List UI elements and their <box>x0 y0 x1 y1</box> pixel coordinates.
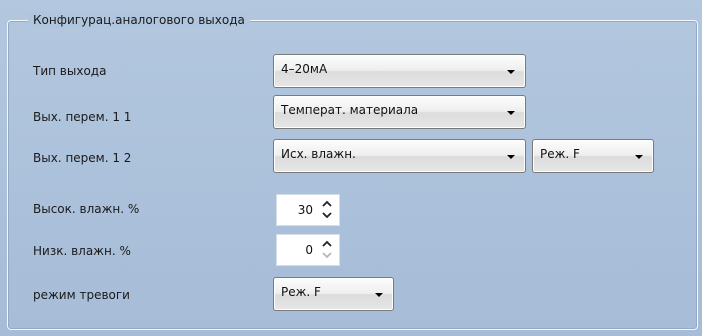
high-moisture-spinner[interactable]: 30 <box>276 194 340 226</box>
alarm-mode-label: режим тревоги <box>33 288 130 302</box>
alarm-mode-value: Реж. F <box>281 285 321 299</box>
high-moisture-label: Высок. влажн. % <box>33 202 140 216</box>
low-moisture-spinner[interactable]: 0 <box>276 234 340 266</box>
output-type-value: 4–20мА <box>281 62 328 76</box>
output-type-dropdown[interactable]: 4–20мА <box>273 54 526 88</box>
output-var-1-1-value: Температ. материала <box>281 103 419 117</box>
group-title: Конфигурац.аналогового выхода <box>28 12 250 28</box>
output-var-1-2-label: Вых. перем. 1 2 <box>33 151 132 165</box>
output-var-1-2-mode-value: Реж. F <box>540 147 580 161</box>
output-var-1-2-value: Исх. влажн. <box>281 147 356 161</box>
low-moisture-label: Низк. влажн. % <box>33 244 131 258</box>
chevron-up-icon[interactable] <box>321 238 333 248</box>
high-moisture-value[interactable]: 30 <box>298 203 313 217</box>
chevron-down-icon <box>321 250 333 260</box>
chevron-down-icon <box>635 155 643 159</box>
output-var-1-2-dropdown[interactable]: Исх. влажн. <box>273 139 526 173</box>
chevron-down-icon <box>375 293 383 297</box>
output-var-1-2-mode-dropdown[interactable]: Реж. F <box>532 139 654 173</box>
chevron-down-icon <box>507 111 515 115</box>
low-moisture-value[interactable]: 0 <box>305 243 313 257</box>
output-var-1-1-label: Вых. перем. 1 1 <box>33 110 132 124</box>
output-var-1-1-dropdown[interactable]: Температ. материала <box>273 95 526 129</box>
output-type-label: Тип выхода <box>33 64 107 78</box>
chevron-down-icon <box>507 70 515 74</box>
alarm-mode-dropdown[interactable]: Реж. F <box>273 277 394 311</box>
chevron-up-icon[interactable] <box>321 198 333 208</box>
chevron-down-icon <box>507 155 515 159</box>
chevron-down-icon[interactable] <box>321 210 333 220</box>
